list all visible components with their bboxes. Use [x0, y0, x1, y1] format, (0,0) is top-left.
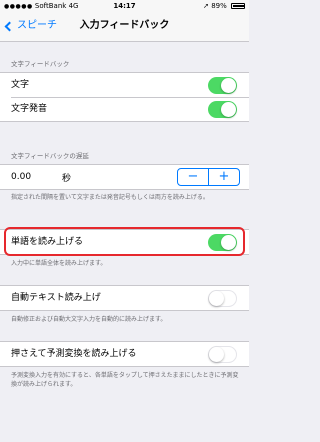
- toggle-knob: [209, 346, 224, 362]
- delay-footer: 指定された間隔を置いて文字または発音記号もしくは両方を読み上げる。: [11, 194, 209, 201]
- speak-words-toggle[interactable]: [208, 233, 237, 251]
- toggle-knob: [209, 290, 224, 306]
- setting-row-predictive: 押さえて予測変換を読み上げる: [0, 342, 249, 366]
- setting-label: 自動テキスト読み上げ: [11, 293, 101, 303]
- setting-label: 押さえて予測変換を読み上げる: [11, 349, 137, 359]
- section-header-text-feedback: 文字フィードバック: [11, 60, 70, 68]
- setting-label: 文字: [11, 80, 30, 90]
- setting-row-auto-text: 自動テキスト読み上げ: [0, 286, 249, 310]
- predictive-toggle[interactable]: [208, 345, 237, 363]
- battery-icon: [231, 3, 245, 9]
- toggle-knob: [221, 101, 236, 117]
- nav-bar: スピーチ 入力フィードバック: [0, 12, 249, 42]
- section-header-delay: 文字フィードバックの遅延: [11, 152, 89, 160]
- speak-words-footer: 入力中に単語全体を読み上げます。: [11, 260, 107, 267]
- delay-row: 0.00 秒 − +: [0, 165, 249, 189]
- decrement-button[interactable]: −: [178, 169, 208, 185]
- increment-button[interactable]: +: [209, 169, 239, 185]
- setting-row-speak-words: 単語を読み上げる: [0, 230, 249, 254]
- status-bar: ●●●●● SoftBank 4G 14:17 ➚ 89%: [0, 0, 249, 12]
- predictive-group: 押さえて予測変換を読み上げる: [0, 341, 249, 367]
- delay-stepper: − +: [177, 168, 240, 186]
- setting-row-character-phonetics: 文字発音: [0, 97, 249, 121]
- speak-words-group: 単語を読み上げる: [0, 229, 249, 255]
- status-right: ➚ 89%: [203, 0, 245, 12]
- delay-unit: 秒: [62, 173, 72, 184]
- battery-percent: 89%: [211, 2, 227, 10]
- setting-label: 文字発音: [11, 104, 48, 114]
- location-icon: ➚: [203, 2, 209, 10]
- toggle-knob: [221, 77, 236, 93]
- text-feedback-group: 文字 文字発音: [0, 72, 249, 122]
- auto-text-group: 自動テキスト読み上げ: [0, 285, 249, 311]
- toggle-knob: [221, 234, 236, 250]
- auto-text-footer: 自動修正および自動大文字入力を自動的に読み上げます。: [11, 316, 167, 323]
- character-toggle[interactable]: [208, 76, 237, 94]
- delay-group: 0.00 秒 − +: [0, 164, 249, 190]
- delay-value: 0.00: [11, 172, 32, 182]
- character-phonetics-toggle[interactable]: [208, 100, 237, 118]
- predictive-footer: 予測変換入力を有効にすると、各単語をタップして押さえたままにしたときに予測変換が…: [11, 372, 239, 388]
- auto-text-toggle[interactable]: [208, 289, 237, 307]
- setting-label: 単語を読み上げる: [11, 237, 84, 247]
- page-title: 入力フィードバック: [79, 20, 170, 31]
- setting-row-character: 文字: [0, 73, 249, 97]
